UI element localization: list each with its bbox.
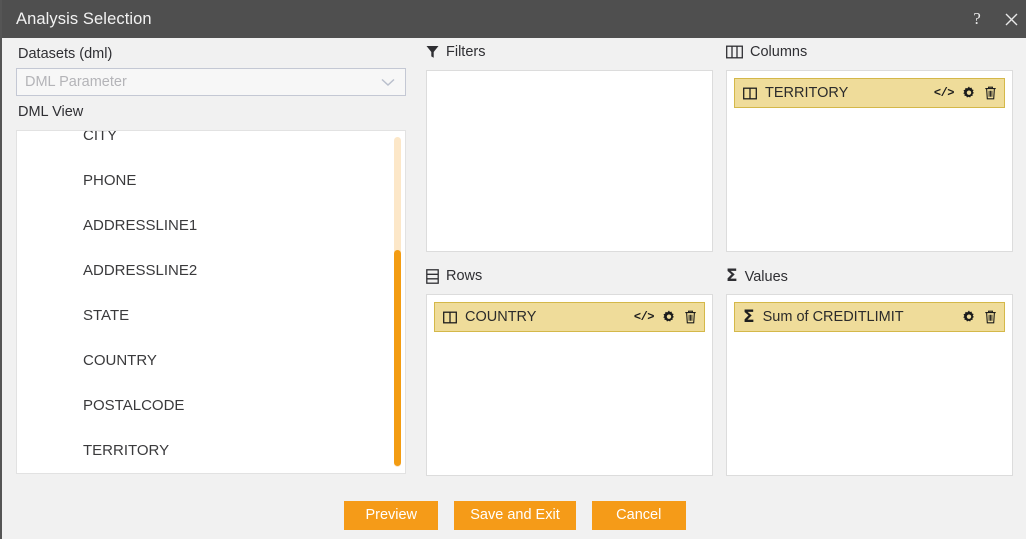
columns-title: Columns (750, 44, 808, 60)
field-chip-territory[interactable]: TERRITORY </> (734, 78, 1005, 108)
filters-title: Filters (446, 44, 486, 60)
chip-label: COUNTRY (465, 309, 537, 325)
rows-icon (426, 268, 439, 284)
dialog-title: Analysis Selection (16, 9, 152, 28)
rows-title: Rows (446, 268, 483, 284)
list-item[interactable]: STATE (17, 293, 405, 338)
trash-icon[interactable] (984, 86, 997, 100)
columns-drop-zone[interactable]: TERRITORY </> (726, 70, 1013, 252)
trash-icon[interactable] (684, 310, 697, 324)
dml-view-field-list-inner: CITY PHONE ADDRESSLINE1 ADDRESSLINE2 STA… (17, 131, 405, 473)
code-icon[interactable]: </> (634, 310, 655, 324)
gear-icon[interactable] (962, 310, 976, 324)
help-icon[interactable]: ? (960, 0, 994, 38)
datasets-section: Datasets (dml) DML Parameter DML View (16, 46, 406, 124)
list-item[interactable]: TERRITORY (17, 428, 405, 473)
chip-actions: </> (934, 86, 997, 100)
chip-label: TERRITORY (765, 85, 849, 101)
list-item[interactable]: CITY (17, 131, 405, 158)
sigma-icon: Σ (743, 306, 755, 327)
column-field-icon (743, 87, 757, 100)
values-title: Values (744, 268, 788, 285)
chip-actions: </> (634, 310, 697, 324)
rows-drop-zone[interactable]: COUNTRY </> (426, 294, 713, 476)
sigma-icon: Σ (726, 266, 738, 286)
dataset-select-value: DML Parameter (25, 74, 127, 90)
gear-icon[interactable] (962, 86, 976, 100)
chevron-down-icon (379, 76, 397, 88)
list-item[interactable]: ADDRESSLINE2 (17, 248, 405, 293)
rows-header: Rows (426, 268, 482, 284)
values-header: Σ Values (726, 268, 788, 285)
columns-header: Columns (726, 44, 807, 60)
analysis-selection-dialog: Analysis Selection ? Datasets (dml) DML … (0, 0, 1026, 539)
measure-chip-sum-creditlimit[interactable]: Σ Sum of CREDITLIMIT (734, 302, 1005, 332)
trash-icon[interactable] (984, 310, 997, 324)
dml-view-field-list[interactable]: CITY PHONE ADDRESSLINE1 ADDRESSLINE2 STA… (16, 130, 406, 474)
preview-button[interactable]: Preview (344, 501, 439, 530)
title-bar: Analysis Selection ? (2, 0, 1026, 38)
list-scrollbar-track[interactable] (394, 137, 401, 467)
datasets-label: Datasets (dml) (18, 46, 113, 62)
save-and-exit-button[interactable]: Save and Exit (454, 501, 576, 530)
list-item[interactable]: POSTALCODE (17, 383, 405, 428)
field-chip-country[interactable]: COUNTRY </> (434, 302, 705, 332)
columns-icon (726, 45, 743, 59)
list-item[interactable]: ADDRESSLINE1 (17, 203, 405, 248)
chip-label: Sum of CREDITLIMIT (762, 309, 904, 325)
gear-icon[interactable] (662, 310, 676, 324)
funnel-icon (426, 45, 439, 59)
column-field-icon (443, 311, 457, 324)
close-icon[interactable] (994, 0, 1026, 38)
titlebar-actions: ? (960, 0, 1026, 38)
cancel-button[interactable]: Cancel (591, 501, 686, 530)
list-item[interactable]: COUNTRY (17, 338, 405, 383)
filters-header: Filters (426, 44, 485, 60)
code-icon[interactable]: </> (934, 86, 955, 100)
chip-actions (962, 310, 997, 324)
filters-drop-zone[interactable] (426, 70, 713, 252)
dataset-select[interactable]: DML Parameter (16, 68, 406, 96)
dml-view-label: DML View (18, 104, 84, 120)
values-drop-zone[interactable]: Σ Sum of CREDITLIMIT (726, 294, 1013, 476)
list-item[interactable]: PHONE (17, 158, 405, 203)
dialog-footer: Preview Save and Exit Cancel (2, 492, 1026, 539)
list-scrollbar-thumb[interactable] (394, 250, 401, 466)
